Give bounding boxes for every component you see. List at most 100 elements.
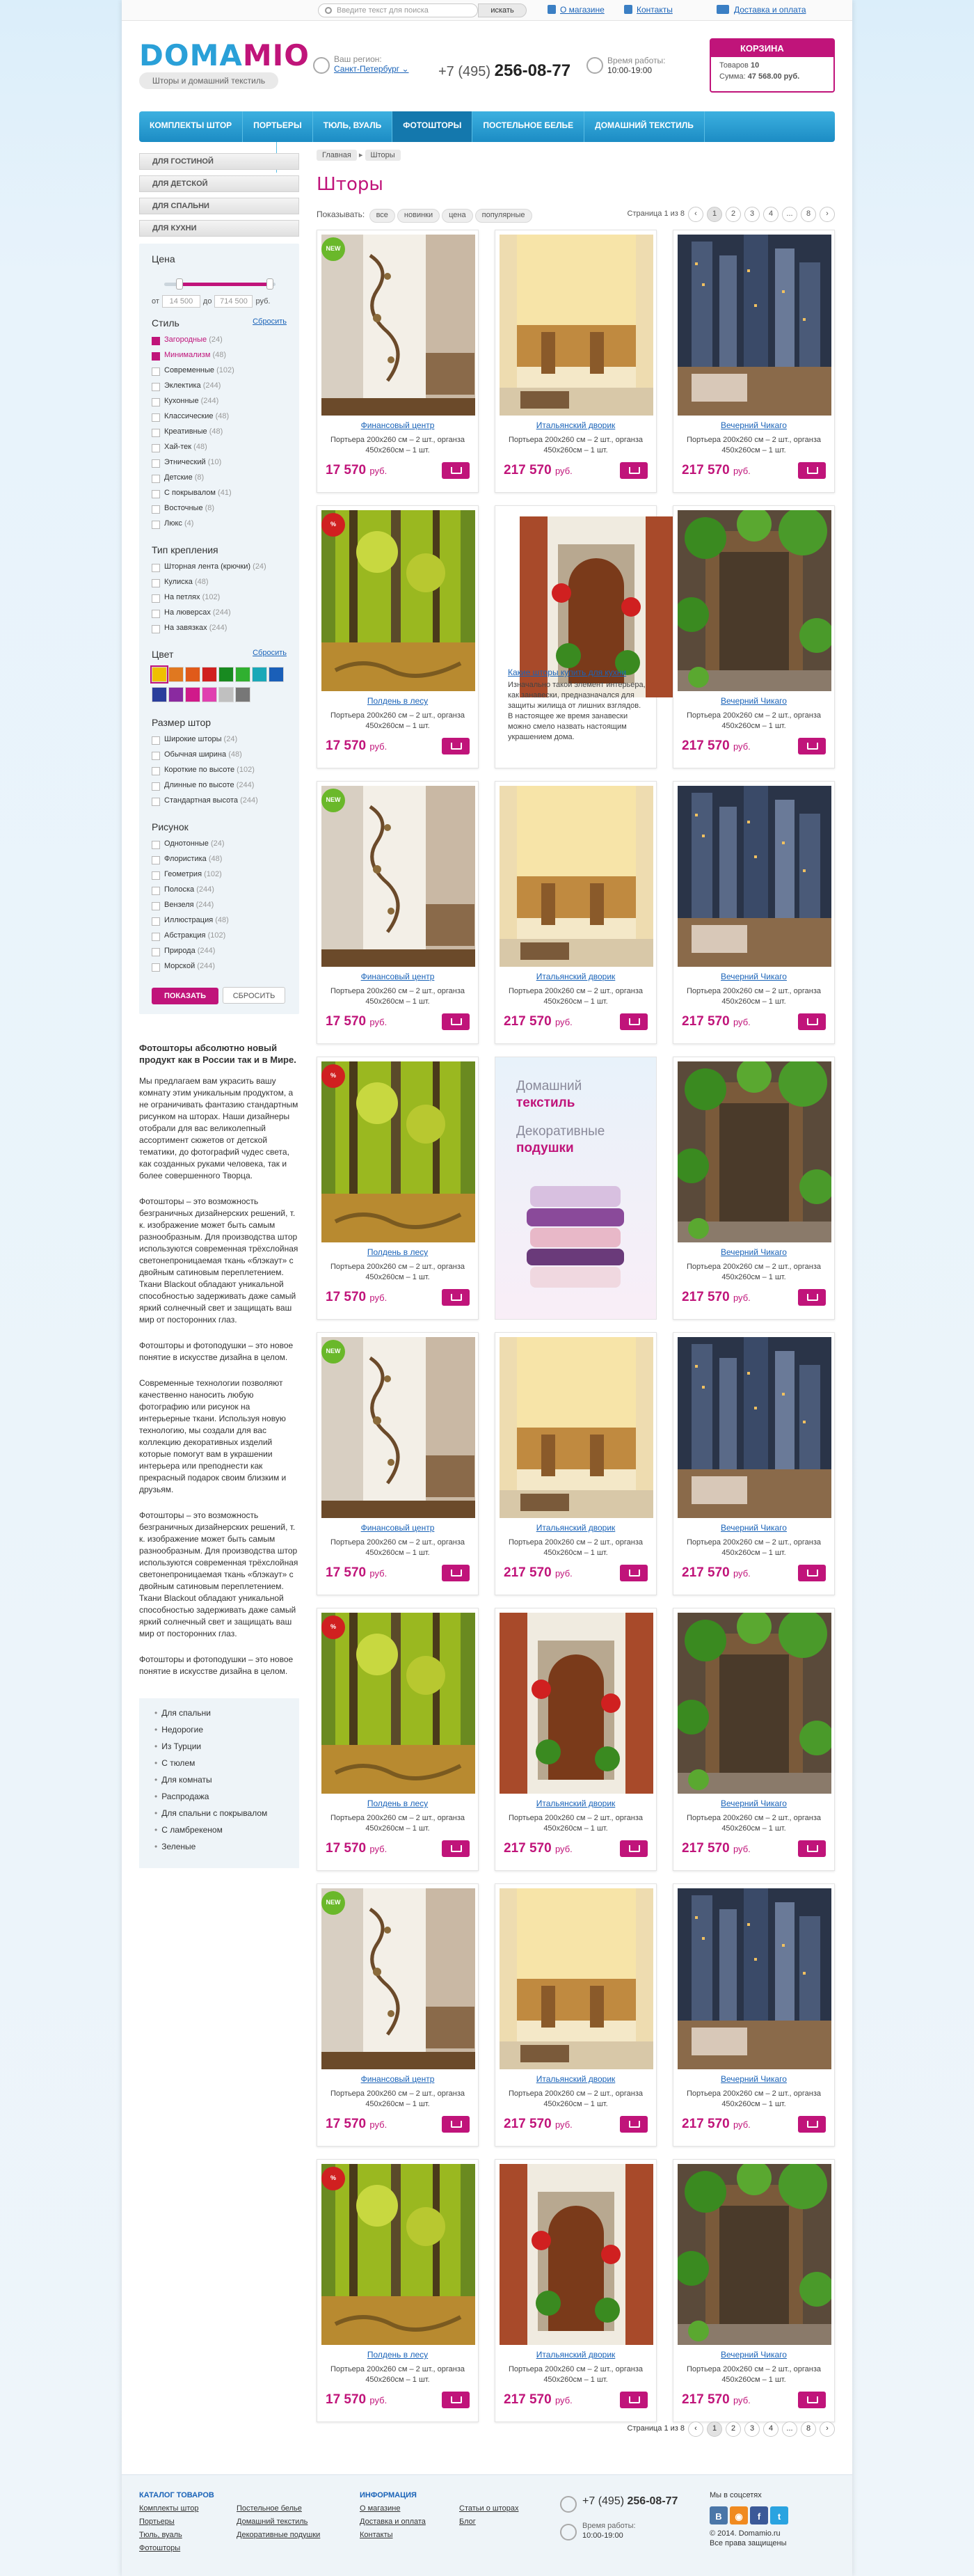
filter-checkbox[interactable]: Этнический (10)	[152, 458, 287, 473]
filter-checkbox[interactable]: Абстракция (102)	[152, 931, 287, 947]
product-image[interactable]	[678, 235, 831, 416]
tag-link[interactable]: Недорогие	[154, 1725, 284, 1741]
add-to-cart-button[interactable]	[442, 2116, 470, 2133]
product-image[interactable]	[321, 786, 475, 967]
product-card[interactable]: % Полдень в лесу Портьера 200x260 см – 2 ш…	[317, 1608, 479, 1871]
slider-handle-min[interactable]	[176, 278, 183, 290]
nav-item[interactable]: ПОСТЕЛЬНОЕ БЕЛЬЕ	[472, 111, 585, 142]
room-button[interactable]: ДЛЯ СПАЛЬНИ	[139, 198, 299, 214]
color-swatch[interactable]	[235, 667, 250, 682]
style-reset-link[interactable]: Сбросить	[253, 317, 287, 326]
product-image[interactable]	[321, 1888, 475, 2069]
tag-link[interactable]: С тюлем	[154, 1758, 284, 1775]
product-image[interactable]	[678, 1888, 831, 2069]
show-button[interactable]: ПОКАЗАТЬ	[152, 988, 218, 1004]
footer-link[interactable]: Тюль, вуаль	[139, 2529, 214, 2542]
footer-link[interactable]: Блог	[459, 2515, 518, 2529]
filter-checkbox[interactable]: На люверсах (244)	[152, 608, 287, 624]
add-to-cart-button[interactable]	[798, 2116, 826, 2133]
add-to-cart-button[interactable]	[442, 1840, 470, 1857]
tag-link[interactable]: С ламбрекеном	[154, 1825, 284, 1842]
page-button[interactable]: 3	[744, 2421, 760, 2437]
color-swatch[interactable]	[168, 667, 184, 682]
page-button[interactable]: ...	[782, 2421, 797, 2437]
rss-icon[interactable]: ◉	[730, 2506, 748, 2524]
next-page-button[interactable]: ›	[820, 207, 835, 222]
product-name[interactable]: Полдень в лесу	[317, 696, 478, 706]
nav-item[interactable]: ТЮЛЬ, ВУАЛЬ	[313, 111, 393, 142]
product-card[interactable]: NEW Финансовый центр Портьера 200x260 см –…	[317, 1883, 479, 2147]
product-name[interactable]: Финансовый центр	[317, 420, 478, 430]
footer-link[interactable]: Портьеры	[139, 2515, 214, 2529]
region-select[interactable]: Санкт-Петербург ⌄	[334, 64, 409, 74]
reset-button[interactable]: СБРОСИТЬ	[223, 987, 285, 1004]
filter-checkbox[interactable]: Стандартная высота (244)	[152, 796, 287, 812]
search-input[interactable]: Введите текст для поиска	[318, 3, 478, 17]
page-button[interactable]: 3	[744, 207, 760, 222]
vk-icon[interactable]: B	[710, 2506, 728, 2524]
add-to-cart-button[interactable]	[798, 462, 826, 479]
product-name[interactable]: Вечерний Чикаго	[673, 972, 834, 981]
product-name[interactable]: Вечерний Чикаго	[673, 1523, 834, 1533]
product-card[interactable]: Итальянский дворик Портьера 200x260 см – …	[495, 1332, 657, 1595]
room-button[interactable]: ДЛЯ КУХНИ	[139, 220, 299, 237]
product-image[interactable]	[321, 1337, 475, 1518]
tag-link[interactable]: Для спальни	[154, 1708, 284, 1725]
product-image[interactable]	[678, 1337, 831, 1518]
product-image[interactable]	[500, 235, 653, 416]
add-to-cart-button[interactable]	[798, 1840, 826, 1857]
prev-page-button[interactable]: ‹	[688, 207, 703, 222]
filter-checkbox[interactable]: Детские (8)	[152, 473, 287, 489]
product-card[interactable]: Вечерний Чикаго Портьера 200x260 см – 2 ш…	[673, 1057, 835, 1320]
room-button[interactable]: ДЛЯ ГОСТИНОЙ	[139, 153, 299, 170]
nav-item[interactable]: ДОМАШНИЙ ТЕКСТИЛЬ	[584, 111, 705, 142]
filter-checkbox[interactable]: На завязках (244)	[152, 624, 287, 639]
add-to-cart-button[interactable]	[442, 1013, 470, 1030]
add-to-cart-button[interactable]	[620, 2116, 648, 2133]
product-image[interactable]	[321, 510, 475, 691]
product-image[interactable]	[678, 2164, 831, 2345]
filter-checkbox[interactable]: Минимализм (48)	[152, 351, 287, 366]
filter-checkbox[interactable]: Кухонные (244)	[152, 397, 287, 412]
add-to-cart-button[interactable]	[442, 462, 470, 479]
prev-page-button[interactable]: ‹	[688, 2421, 703, 2437]
page-button[interactable]: ...	[782, 207, 797, 222]
product-name[interactable]: Вечерний Чикаго	[673, 696, 834, 706]
product-card[interactable]: Итальянский дворик Портьера 200x260 см – …	[495, 1608, 657, 1871]
color-reset-link[interactable]: Сбросить	[253, 649, 287, 657]
color-swatch[interactable]	[269, 667, 284, 682]
product-image[interactable]	[500, 1613, 653, 1794]
color-swatch[interactable]	[185, 687, 200, 702]
page-button[interactable]: 2	[726, 2421, 741, 2437]
breadcrumb-home[interactable]: Главная	[317, 150, 357, 161]
color-swatch[interactable]	[185, 667, 200, 682]
nav-item[interactable]: КОМПЛЕКТЫ ШТОР	[139, 111, 244, 142]
product-name[interactable]: Итальянский дворик	[495, 2074, 656, 2084]
product-card[interactable]: Вечерний Чикаго Портьера 200x260 см – 2 ш…	[673, 2159, 835, 2422]
footer-link[interactable]: Постельное белье	[237, 2502, 320, 2515]
product-name[interactable]: Итальянский дворик	[495, 2350, 656, 2360]
filter-checkbox[interactable]: Иллюстрация (48)	[152, 916, 287, 931]
color-swatch[interactable]	[202, 667, 217, 682]
product-card[interactable]: Вечерний Чикаго Портьера 200x260 см – 2 ш…	[673, 505, 835, 768]
add-to-cart-button[interactable]	[798, 738, 826, 754]
filter-checkbox[interactable]: Однотонные (24)	[152, 839, 287, 855]
product-card[interactable]: Итальянский дворик Портьера 200x260 см – …	[495, 781, 657, 1044]
filter-checkbox[interactable]: Геометрия (102)	[152, 870, 287, 885]
filter-checkbox[interactable]: Люкс (4)	[152, 519, 287, 535]
footer-link[interactable]: Домашний текстиль	[237, 2515, 320, 2529]
product-image[interactable]	[500, 786, 653, 967]
filter-checkbox[interactable]: Шторная лента (крючки) (24)	[152, 562, 287, 578]
filter-checkbox[interactable]: Полоска (244)	[152, 885, 287, 901]
product-name[interactable]: Итальянский дворик	[495, 1799, 656, 1808]
page-button[interactable]: 1	[707, 207, 722, 222]
product-name[interactable]: Вечерний Чикаго	[673, 1247, 834, 1257]
product-name[interactable]: Полдень в лесу	[317, 1247, 478, 1257]
add-to-cart-button[interactable]	[798, 1565, 826, 1581]
tag-link[interactable]: Для комнаты	[154, 1775, 284, 1792]
cart-widget[interactable]: КОРЗИНА Товаров 10 Сумма: 47 568.00 руб.	[710, 38, 835, 93]
facebook-icon[interactable]: f	[750, 2506, 768, 2524]
product-name[interactable]: Вечерний Чикаго	[673, 1799, 834, 1808]
product-card[interactable]: Итальянский дворик Портьера 200x260 см – …	[495, 1883, 657, 2147]
product-image[interactable]	[321, 1061, 475, 1242]
